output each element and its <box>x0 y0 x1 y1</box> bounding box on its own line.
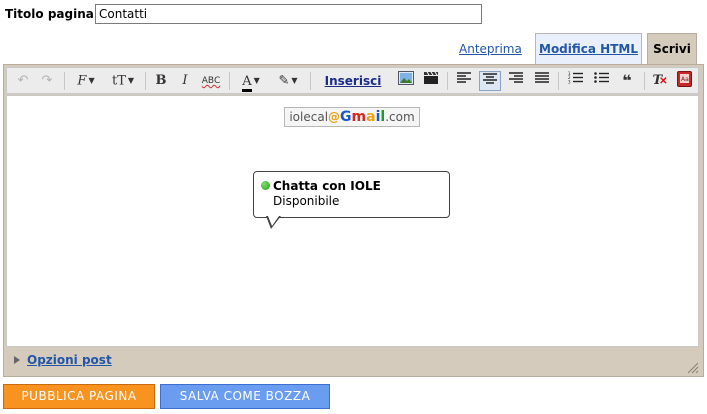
align-center-icon[interactable] <box>479 71 501 91</box>
status-online-icon <box>261 181 270 190</box>
toolbar-separator <box>64 72 65 90</box>
undo-icon[interactable]: ↶ <box>13 71 33 91</box>
align-justify-icon[interactable] <box>531 71 553 91</box>
toolbar-separator <box>644 72 645 90</box>
bulleted-list-icon[interactable] <box>590 71 612 91</box>
font-size-icon[interactable]: tT ▼ <box>106 71 140 91</box>
italic-icon[interactable]: I <box>175 71 195 91</box>
post-options-link[interactable]: Opzioni post <box>27 353 112 367</box>
tab-compose[interactable]: Scrivi <box>647 33 697 66</box>
tab-edit-html[interactable]: Modifica HTML <box>535 33 642 64</box>
toolbar-separator <box>310 72 311 90</box>
align-right-icon[interactable] <box>505 71 527 91</box>
gmail-logo: Gmail <box>340 109 386 125</box>
highlight-icon[interactable]: ✎ ▼ <box>271 71 305 91</box>
resize-grip-icon[interactable] <box>686 361 699 374</box>
font-family-icon[interactable]: F ▼ <box>71 71 101 91</box>
text-color-icon[interactable]: A ▼ <box>235 71 267 92</box>
tab-preview[interactable]: Anteprima <box>459 42 522 56</box>
bold-icon[interactable]: B <box>151 71 171 91</box>
editor-toolbar: ↶ ↷ F▼ tT▼ B I ABC A▼ ✎▼ Inserisci link … <box>6 67 699 109</box>
redo-icon[interactable]: ↷ <box>37 71 57 91</box>
insert-image-icon[interactable] <box>396 71 416 91</box>
page-title-label: Titolo pagina: <box>5 7 99 21</box>
align-left-icon[interactable] <box>453 71 475 91</box>
remove-format-icon[interactable]: T✕ <box>650 71 670 91</box>
toolbar-separator <box>558 72 559 90</box>
toolbar-separator <box>447 72 448 90</box>
chat-status: Disponibile <box>273 194 340 208</box>
gmail-badge[interactable]: iolecal@Gmail.com <box>284 107 420 127</box>
save-draft-button[interactable]: SALVA COME BOZZA <box>160 384 330 409</box>
toolbar-separator <box>145 72 146 90</box>
gmail-at: @ <box>328 110 341 124</box>
expand-arrow-icon[interactable] <box>14 356 20 364</box>
numbered-list-icon[interactable]: 123 <box>564 71 586 91</box>
chat-bubble-tail-fill <box>268 216 279 226</box>
editor-canvas[interactable] <box>6 95 699 347</box>
spellcheck-icon[interactable]: ABC <box>199 71 223 91</box>
insert-video-icon[interactable] <box>421 71 441 91</box>
insert-link-button[interactable]: Inserisci link <box>316 71 390 109</box>
quote-icon[interactable]: ❝ <box>616 71 638 91</box>
chat-title: Chatta con IOLE <box>273 179 381 193</box>
toolbar-separator <box>229 72 230 90</box>
tab-edit-html-label: Modifica HTML <box>539 42 638 56</box>
svg-text:Aa: Aa <box>681 76 689 83</box>
pdf-icon[interactable]: Aa <box>675 71 693 91</box>
page-title-input[interactable] <box>95 4 482 24</box>
gmail-username: iolecal <box>289 110 329 124</box>
gmail-domain: .com <box>385 110 415 124</box>
svg-text:3: 3 <box>568 80 571 85</box>
publish-page-button[interactable]: PUBBLICA PAGINA <box>3 384 155 409</box>
